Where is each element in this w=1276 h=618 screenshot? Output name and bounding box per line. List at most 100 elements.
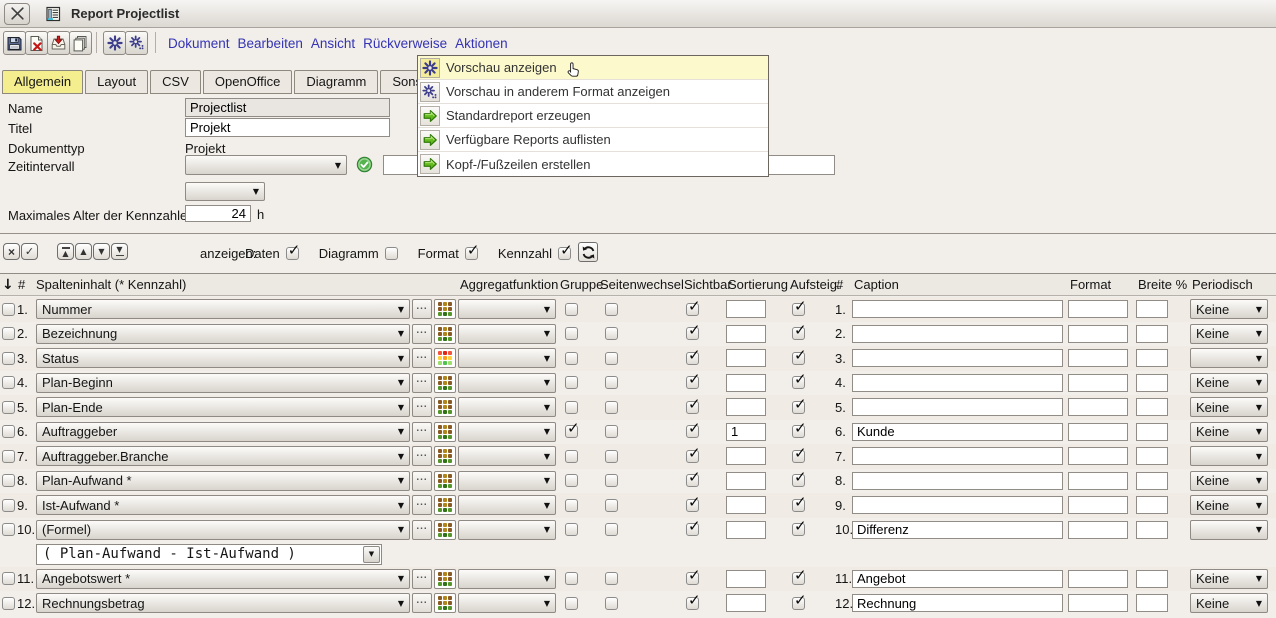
row-2-gruppe-checkbox[interactable] — [565, 327, 578, 340]
row-4-spalteninhalt-select[interactable]: Plan-Beginn▼ — [36, 373, 410, 393]
row-9-aufsteigend-checkbox[interactable] — [792, 499, 805, 512]
row-6-periodisch-select[interactable]: Keine▼ — [1190, 422, 1268, 442]
row-10-seitenwechsel-checkbox[interactable] — [605, 523, 618, 536]
row-4-sichtbar-checkbox[interactable] — [686, 376, 699, 389]
preview-button[interactable] — [103, 31, 126, 55]
row-3-format-input[interactable] — [1068, 349, 1128, 367]
row-9-gruppe-checkbox[interactable] — [565, 499, 578, 512]
tab-openoffice[interactable]: OpenOffice — [203, 70, 293, 94]
row-8-periodisch-select[interactable]: Keine▼ — [1190, 471, 1268, 491]
row-8-select-checkbox[interactable] — [2, 474, 15, 487]
row-8-detail-button[interactable]: ... — [412, 471, 432, 491]
row-7-gruppe-checkbox[interactable] — [565, 450, 578, 463]
row-6-caption-input[interactable] — [852, 423, 1063, 441]
row-2-sortierung-input[interactable] — [726, 325, 766, 343]
row-12-periodisch-select[interactable]: Keine▼ — [1190, 593, 1268, 613]
row-5-select-checkbox[interactable] — [2, 401, 15, 414]
menu-dokument[interactable]: Dokument — [168, 36, 230, 51]
row-12-seitenwechsel-checkbox[interactable] — [605, 597, 618, 610]
row-11-aggregatfunktion-select[interactable]: ▼ — [458, 569, 556, 589]
row-8-format-input[interactable] — [1068, 472, 1128, 490]
row-4-periodisch-select[interactable]: Keine▼ — [1190, 373, 1268, 393]
checkbox-diagramm[interactable] — [385, 247, 398, 260]
row-8-aufsteigend-checkbox[interactable] — [792, 474, 805, 487]
row-8-seitenwechsel-checkbox[interactable] — [605, 474, 618, 487]
checkbox-format[interactable] — [465, 247, 478, 260]
row-12-breite-input[interactable] — [1136, 594, 1168, 612]
row-12-sortierung-input[interactable] — [726, 594, 766, 612]
row-7-detail-button[interactable]: ... — [412, 446, 432, 466]
formula-dropdown-button[interactable]: ▼ — [363, 546, 380, 563]
row-11-seitenwechsel-checkbox[interactable] — [605, 572, 618, 585]
row-4-gruppe-checkbox[interactable] — [565, 376, 578, 389]
row-5-caption-input[interactable] — [852, 398, 1063, 416]
row-3-sichtbar-checkbox[interactable] — [686, 352, 699, 365]
row-6-aufsteigend-checkbox[interactable] — [792, 425, 805, 438]
row-7-data-grid-icon-button[interactable] — [434, 446, 456, 466]
row-12-aufsteigend-checkbox[interactable] — [792, 597, 805, 610]
row-11-select-checkbox[interactable] — [2, 572, 15, 585]
move-up-button[interactable]: ▲ — [75, 243, 92, 260]
row-10-format-input[interactable] — [1068, 521, 1128, 539]
row-11-data-grid-icon-button[interactable] — [434, 569, 456, 589]
menu-aktionen[interactable]: Aktionen — [455, 36, 508, 51]
row-6-spalteninhalt-select[interactable]: Auftraggeber▼ — [36, 422, 410, 442]
row-10-sortierung-input[interactable] — [726, 521, 766, 539]
row-8-data-grid-icon-button[interactable] — [434, 471, 456, 491]
row-10-data-grid-icon-button[interactable] — [434, 520, 456, 540]
row-10-periodisch-select[interactable]: ▼ — [1190, 520, 1268, 540]
move-bottom-button[interactable]: ▼ — [111, 243, 128, 260]
row-3-spalteninhalt-select[interactable]: Status▼ — [36, 348, 410, 368]
row-12-format-input[interactable] — [1068, 594, 1128, 612]
row-10-aufsteigend-checkbox[interactable] — [792, 523, 805, 536]
row-11-aufsteigend-checkbox[interactable] — [792, 572, 805, 585]
zeitintervall-select[interactable]: ▼ — [185, 155, 347, 175]
row-2-aufsteigend-checkbox[interactable] — [792, 327, 805, 340]
row-9-breite-input[interactable] — [1136, 496, 1168, 514]
copy-button[interactable] — [69, 31, 92, 55]
row-2-aggregatfunktion-select[interactable]: ▼ — [458, 324, 556, 344]
row-12-caption-input[interactable] — [852, 594, 1063, 612]
row-6-data-grid-icon-button[interactable] — [434, 422, 456, 442]
row-3-detail-button[interactable]: ... — [412, 348, 432, 368]
action-menu-item-kopf-fußzeilen-erstellen[interactable]: Kopf-/Fußzeilen erstellen — [418, 152, 768, 176]
row-4-seitenwechsel-checkbox[interactable] — [605, 376, 618, 389]
row-10-detail-button[interactable]: ... — [412, 520, 432, 540]
row-8-caption-input[interactable] — [852, 472, 1063, 490]
row-9-sichtbar-checkbox[interactable] — [686, 499, 699, 512]
row-9-aggregatfunktion-select[interactable]: ▼ — [458, 495, 556, 515]
row-10-select-checkbox[interactable] — [2, 523, 15, 536]
tab-csv[interactable]: CSV — [150, 70, 201, 94]
menu-ansicht[interactable]: Ansicht — [311, 36, 355, 51]
row-5-sortierung-input[interactable] — [726, 398, 766, 416]
row-12-gruppe-checkbox[interactable] — [565, 597, 578, 610]
row-12-detail-button[interactable]: ... — [412, 593, 432, 613]
row-11-sichtbar-checkbox[interactable] — [686, 572, 699, 585]
row-2-spalteninhalt-select[interactable]: Bezeichnung▼ — [36, 324, 410, 344]
row-7-caption-input[interactable] — [852, 447, 1063, 465]
row-3-aggregatfunktion-select[interactable]: ▼ — [458, 348, 556, 368]
action-menu-item-vorschau-anzeigen[interactable]: Vorschau anzeigen — [418, 56, 768, 80]
max-alter-input[interactable] — [185, 205, 251, 222]
row-1-sichtbar-checkbox[interactable] — [686, 303, 699, 316]
row-2-select-checkbox[interactable] — [2, 327, 15, 340]
row-8-spalteninhalt-select[interactable]: Plan-Aufwand *▼ — [36, 471, 410, 491]
row-9-select-checkbox[interactable] — [2, 499, 15, 512]
row-4-format-input[interactable] — [1068, 374, 1128, 392]
row-2-periodisch-select[interactable]: Keine▼ — [1190, 324, 1268, 344]
row-1-aggregatfunktion-select[interactable]: ▼ — [458, 299, 556, 319]
row-2-seitenwechsel-checkbox[interactable] — [605, 327, 618, 340]
row-9-format-input[interactable] — [1068, 496, 1128, 514]
row-3-sortierung-input[interactable] — [726, 349, 766, 367]
row-5-breite-input[interactable] — [1136, 398, 1168, 416]
row-8-gruppe-checkbox[interactable] — [565, 474, 578, 487]
row-7-aggregatfunktion-select[interactable]: ▼ — [458, 446, 556, 466]
row-3-breite-input[interactable] — [1136, 349, 1168, 367]
row-1-caption-input[interactable] — [852, 300, 1063, 318]
row-1-format-input[interactable] — [1068, 300, 1128, 318]
row-2-caption-input[interactable] — [852, 325, 1063, 343]
checkbox-daten[interactable] — [286, 247, 299, 260]
row-7-select-checkbox[interactable] — [2, 450, 15, 463]
row-9-spalteninhalt-select[interactable]: Ist-Aufwand *▼ — [36, 495, 410, 515]
row-2-breite-input[interactable] — [1136, 325, 1168, 343]
